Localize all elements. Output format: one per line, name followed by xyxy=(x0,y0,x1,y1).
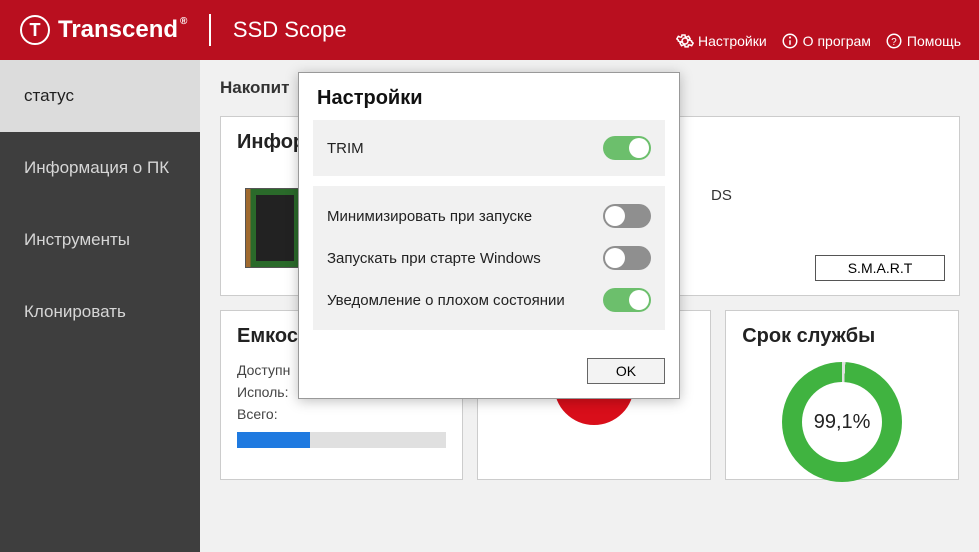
sidebar-item-label: статус xyxy=(24,86,74,106)
sidebar-item-label: Информация о ПК xyxy=(24,158,169,178)
setting-bad-health-notify: Уведомление о плохом состоянии xyxy=(327,288,651,312)
setting-label: Минимизировать при запуске xyxy=(327,208,532,225)
about-label: О програм xyxy=(803,33,871,49)
ssd-illustration-icon xyxy=(245,188,305,268)
help-button[interactable]: ? Помощь xyxy=(885,32,961,50)
setting-label: Запускать при старте Windows xyxy=(327,250,541,267)
setting-label: TRIM xyxy=(327,140,364,157)
help-icon: ? xyxy=(885,32,903,50)
lifespan-donut-icon: 99,1% xyxy=(782,362,902,482)
brand-mark-icon: T xyxy=(20,15,50,45)
sidebar-item-label: Инструменты xyxy=(24,230,130,250)
smart-button[interactable]: S.M.A.R.T xyxy=(815,255,945,281)
app-title: SSD Scope xyxy=(233,17,347,43)
lifespan-title: Срок службы xyxy=(742,325,942,348)
brand-name: Transcend xyxy=(58,16,178,43)
launch-windows-toggle[interactable] xyxy=(603,246,651,270)
setting-label: Уведомление о плохом состоянии xyxy=(327,292,565,309)
bad-health-notify-toggle[interactable] xyxy=(603,288,651,312)
header-divider xyxy=(209,14,211,46)
settings-label: Настройки xyxy=(698,33,767,49)
about-button[interactable]: О програм xyxy=(781,32,871,50)
setting-minimize-start: Минимизировать при запуске xyxy=(327,204,651,228)
trim-toggle[interactable] xyxy=(603,136,651,160)
help-label: Помощь xyxy=(907,33,961,49)
sidebar-item-label: Клонировать xyxy=(24,302,126,322)
minimize-start-toggle[interactable] xyxy=(603,204,651,228)
setting-launch-windows: Запускать при старте Windows xyxy=(327,246,651,270)
app-header: T Transcend® SSD Scope Настройки О прогр… xyxy=(0,0,979,60)
ok-button[interactable]: OK xyxy=(587,358,665,384)
setting-group: Минимизировать при запуске Запускать при… xyxy=(313,186,665,330)
sidebar-item-pc-info[interactable]: Информация о ПК xyxy=(0,132,200,204)
brand-logo-group: T Transcend® xyxy=(20,15,187,45)
lifespan-card: Срок службы 99,1% xyxy=(725,310,959,480)
sidebar-item-clone[interactable]: Клонировать xyxy=(0,276,200,348)
settings-button[interactable]: Настройки xyxy=(676,32,767,50)
info-icon xyxy=(781,32,799,50)
svg-text:?: ? xyxy=(891,37,897,48)
capacity-bar-fill xyxy=(237,432,310,448)
sidebar-item-status[interactable]: статус xyxy=(0,60,200,132)
sidebar-item-tools[interactable]: Инструменты xyxy=(0,204,200,276)
settings-modal: Настройки TRIM Минимизировать при запуск… xyxy=(298,72,680,399)
lifespan-value: 99,1% xyxy=(814,411,871,434)
sidebar: статус Информация о ПК Инструменты Клони… xyxy=(0,60,200,552)
brand-registered: ® xyxy=(180,16,187,27)
os-fragment: DS xyxy=(711,187,732,204)
capacity-total: Всего: xyxy=(237,406,446,422)
setting-trim: TRIM xyxy=(313,120,665,176)
gear-icon xyxy=(676,32,694,50)
settings-modal-title: Настройки xyxy=(299,73,679,120)
capacity-bar xyxy=(237,432,446,448)
